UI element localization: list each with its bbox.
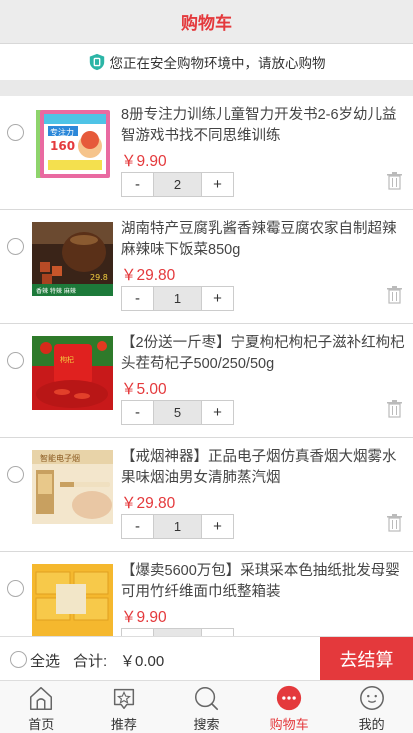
- svg-text:160: 160: [50, 139, 75, 153]
- tab-profile[interactable]: 我的: [330, 681, 413, 733]
- security-notice-text: 您正在安全购物环境中，请放心购物: [109, 56, 326, 71]
- tab-label: 搜索: [193, 717, 220, 732]
- product-name[interactable]: 【爆卖5600万包】采琪采本色抽纸批发母婴可用竹纤维面巾纸整箱装: [121, 561, 406, 603]
- svg-text:专注力: 专注力: [50, 127, 74, 137]
- section-divider: [0, 80, 413, 96]
- product-price: ￥29.80: [121, 267, 176, 284]
- tab-label: 首页: [28, 717, 55, 732]
- product-image-e-cigarette[interactable]: 智能电子烟: [32, 450, 113, 524]
- item-select-checkbox[interactable]: [7, 466, 24, 483]
- tab-recommend[interactable]: 推荐: [83, 681, 166, 733]
- tab-search[interactable]: 搜索: [165, 681, 248, 733]
- trash-icon[interactable]: [386, 400, 403, 418]
- product-image-tofu-jar[interactable]: 香辣 特辣 麻辣 29.8: [32, 222, 113, 296]
- home-icon: [30, 686, 53, 710]
- cart-icon: [276, 685, 302, 711]
- cart-item: 枸杞 【2份送一斤枣】宁夏枸杞枸杞子滋补红枸杞头茬苟杞子500/250/50g …: [0, 324, 413, 438]
- checkout-bar: 全选 合计: ￥0.00 去结算: [0, 636, 413, 681]
- item-select-checkbox[interactable]: [7, 580, 24, 597]
- increase-qty-button[interactable]: +: [202, 515, 233, 538]
- increase-qty-button[interactable]: +: [202, 629, 233, 636]
- product-name[interactable]: 湖南特产豆腐乳酱香辣霉豆腐农家自制超辣麻辣味下饭菜850g: [121, 219, 406, 261]
- item-select-checkbox[interactable]: [7, 124, 24, 141]
- item-select-checkbox[interactable]: [7, 238, 24, 255]
- trash-icon[interactable]: [386, 514, 403, 532]
- checkout-button[interactable]: 去结算: [320, 637, 413, 681]
- quantity-stepper: - 5 +: [121, 400, 234, 425]
- decrease-qty-button[interactable]: -: [122, 515, 153, 538]
- product-name[interactable]: 【2份送一斤枣】宁夏枸杞枸杞子滋补红枸杞头茬苟杞子500/250/50g: [121, 333, 406, 375]
- cart-item: 智能电子烟 【戒烟神器】正品电子烟仿真香烟大烟雾水果味烟油男女清肺蒸汽烟 ￥29…: [0, 438, 413, 552]
- tab-label: 我的: [358, 717, 385, 732]
- decrease-qty-button[interactable]: -: [122, 401, 153, 424]
- product-price: ￥9.90: [121, 153, 167, 170]
- quantity-value[interactable]: 5: [153, 401, 202, 424]
- trash-icon[interactable]: [386, 172, 403, 190]
- tab-label: 购物车: [269, 717, 309, 732]
- app-header: 购物车: [0, 0, 413, 44]
- quantity-value[interactable]: 1: [153, 287, 202, 310]
- bottom-tab-bar: 首页 推荐 搜索 购物车 我的: [0, 680, 413, 733]
- profile-icon: [359, 686, 384, 710]
- product-image-book-cover[interactable]: 专注力 160: [32, 108, 113, 182]
- increase-qty-button[interactable]: +: [202, 287, 233, 310]
- decrease-qty-button[interactable]: -: [122, 287, 153, 310]
- svg-text:香辣 特辣 麻辣: 香辣 特辣 麻辣: [36, 287, 76, 295]
- product-price: ￥5.00: [121, 381, 167, 398]
- star-icon: [113, 688, 134, 710]
- product-name[interactable]: 【戒烟神器】正品电子烟仿真香烟大烟雾水果味烟油男女清肺蒸汽烟: [121, 447, 406, 489]
- item-select-checkbox[interactable]: [7, 352, 24, 369]
- svg-text:29.8: 29.8: [90, 273, 108, 282]
- cart-list[interactable]: 专注力 160 8册专注力训练儿童智力开发书2-6岁幼儿益智游戏书找不同思维训练…: [0, 96, 413, 636]
- product-price: ￥9.90: [121, 609, 167, 626]
- product-image-tissue-packs[interactable]: [32, 564, 113, 636]
- total-amount: ￥0.00: [120, 653, 165, 670]
- quantity-value[interactable]: 1: [153, 515, 202, 538]
- increase-qty-button[interactable]: +: [202, 401, 233, 424]
- total-label: 合计:: [73, 653, 108, 670]
- shield-icon: [89, 53, 104, 71]
- select-all-label[interactable]: 全选: [30, 650, 60, 671]
- cart-item: 专注力 160 8册专注力训练儿童智力开发书2-6岁幼儿益智游戏书找不同思维训练…: [0, 96, 413, 210]
- product-image-goji-berries[interactable]: 枸杞: [32, 336, 113, 410]
- quantity-stepper: - 2 +: [121, 172, 234, 197]
- product-name[interactable]: 8册专注力训练儿童智力开发书2-6岁幼儿益智游戏书找不同思维训练: [121, 105, 406, 147]
- security-notice: 您正在安全购物环境中，请放心购物: [0, 44, 413, 80]
- search-icon: [195, 686, 219, 711]
- increase-qty-button[interactable]: +: [202, 173, 233, 196]
- svg-text:枸杞: 枸杞: [60, 355, 74, 364]
- quantity-stepper: - 1 +: [121, 286, 234, 311]
- quantity-value[interactable]: 1: [153, 629, 202, 636]
- quantity-stepper: - 1 +: [121, 628, 234, 636]
- quantity-stepper: - 1 +: [121, 514, 234, 539]
- quantity-value[interactable]: 2: [153, 173, 202, 196]
- cart-item: 香辣 特辣 麻辣 29.8 湖南特产豆腐乳酱香辣霉豆腐农家自制超辣麻辣味下饭菜8…: [0, 210, 413, 324]
- tab-label: 推荐: [110, 717, 137, 732]
- product-price: ￥29.80: [121, 495, 176, 512]
- decrease-qty-button[interactable]: -: [122, 629, 153, 636]
- tab-cart[interactable]: 购物车: [248, 681, 331, 733]
- trash-icon[interactable]: [386, 286, 403, 304]
- tab-home[interactable]: 首页: [0, 681, 83, 733]
- page-title: 购物车: [181, 14, 232, 33]
- svg-text:智能电子烟: 智能电子烟: [40, 453, 80, 463]
- select-all-checkbox[interactable]: [10, 651, 27, 668]
- cart-item: 【爆卖5600万包】采琪采本色抽纸批发母婴可用竹纤维面巾纸整箱装 ￥9.90 -…: [0, 552, 413, 636]
- decrease-qty-button[interactable]: -: [122, 173, 153, 196]
